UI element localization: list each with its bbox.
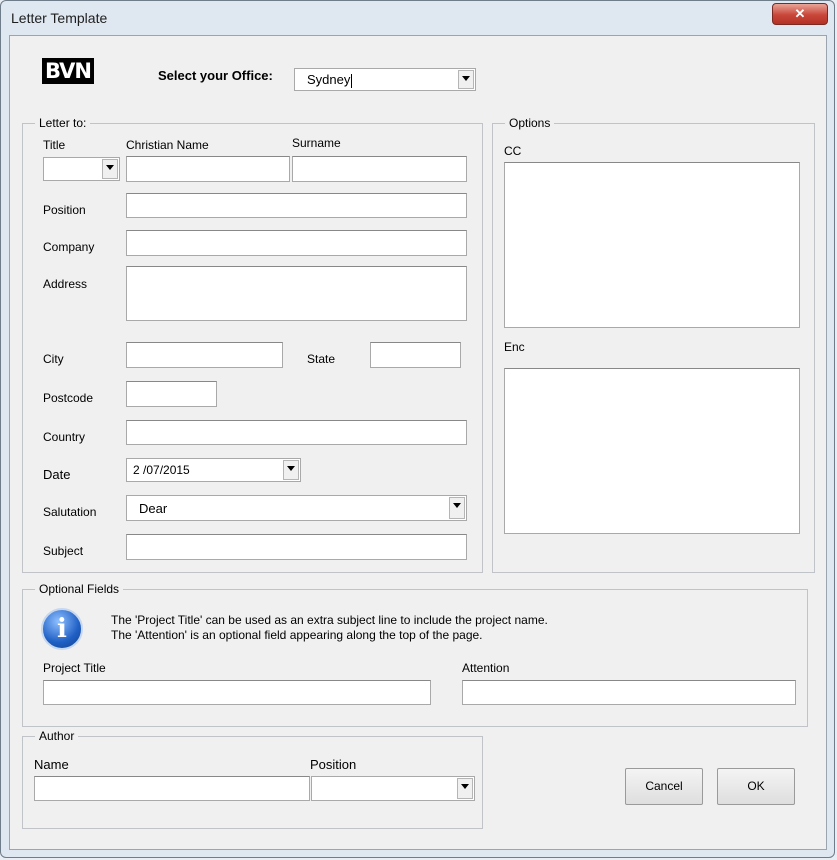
window-title: Letter Template: [11, 10, 108, 26]
ok-button[interactable]: OK: [717, 768, 795, 805]
christian-name-field[interactable]: [126, 156, 290, 182]
enc-label: Enc: [504, 340, 525, 354]
title-label: Title: [43, 138, 66, 152]
state-field[interactable]: [370, 342, 461, 368]
chevron-down-icon[interactable]: [283, 460, 299, 480]
author-name-label: Name: [34, 757, 69, 772]
chevron-down-icon[interactable]: [458, 70, 474, 89]
date-picker[interactable]: 2 /07/2015: [126, 458, 301, 482]
enc-field[interactable]: [504, 368, 800, 534]
chevron-down-icon[interactable]: [449, 497, 465, 519]
office-value: Sydney: [307, 72, 351, 87]
date-label: Date: [43, 467, 71, 482]
postcode-field[interactable]: [126, 381, 217, 407]
attention-field[interactable]: [462, 680, 796, 705]
letter-to-legend: Letter to:: [35, 116, 91, 130]
close-button[interactable]: ✕: [772, 3, 828, 25]
date-value: 2 /07/2015: [133, 463, 190, 477]
options-legend: Options: [505, 116, 555, 130]
address-label: Address: [43, 277, 88, 291]
title-bar: Letter Template ✕: [1, 1, 834, 35]
close-icon: ✕: [794, 6, 806, 21]
christian-name-label: Christian Name: [126, 138, 209, 152]
salutation-label: Salutation: [43, 505, 97, 519]
country-label: Country: [43, 430, 86, 444]
chevron-down-icon[interactable]: [457, 778, 473, 799]
optional-fields-group: Optional Fields: [22, 582, 808, 727]
project-title-field[interactable]: [43, 680, 431, 705]
info-icon: i: [41, 608, 83, 650]
optional-fields-legend: Optional Fields: [35, 582, 124, 596]
title-select[interactable]: [43, 157, 120, 181]
subject-field[interactable]: [126, 534, 467, 560]
author-position-label: Position: [310, 757, 357, 772]
surname-label: Surname: [292, 136, 341, 150]
info-text-line2: The 'Attention' is an optional field app…: [111, 628, 483, 642]
author-legend: Author: [35, 729, 79, 743]
country-field[interactable]: [126, 420, 467, 445]
position-label: Position: [43, 203, 86, 217]
office-label: Select your Office:: [158, 68, 273, 83]
bvn-logo: BVN: [42, 58, 94, 84]
position-field[interactable]: [126, 193, 467, 218]
info-text-line1: The 'Project Title' can be used as an ex…: [111, 613, 548, 627]
city-label: City: [43, 352, 64, 366]
cc-label: CC: [504, 144, 522, 158]
surname-field[interactable]: [292, 156, 467, 182]
chevron-down-icon[interactable]: [102, 159, 118, 179]
dialog-window: Letter Template ✕ BVN Select your Office…: [0, 0, 835, 858]
company-label: Company: [43, 240, 95, 254]
city-field[interactable]: [126, 342, 283, 368]
dialog-body: BVN Select your Office: Sydney Letter to…: [9, 35, 827, 850]
attention-label: Attention: [462, 661, 510, 675]
postcode-label: Postcode: [43, 391, 94, 405]
state-label: State: [307, 352, 336, 366]
text-caret: [351, 73, 353, 88]
project-title-label: Project Title: [43, 661, 106, 675]
company-field[interactable]: [126, 230, 467, 256]
author-name-field[interactable]: [34, 776, 310, 801]
office-select[interactable]: Sydney: [294, 68, 476, 91]
cc-field[interactable]: [504, 162, 800, 328]
author-position-select[interactable]: [311, 776, 475, 801]
salutation-select[interactable]: Dear: [126, 495, 467, 521]
salutation-value: Dear: [139, 501, 168, 516]
subject-label: Subject: [43, 544, 84, 558]
cancel-button[interactable]: Cancel: [625, 768, 703, 805]
address-field[interactable]: [126, 266, 467, 321]
